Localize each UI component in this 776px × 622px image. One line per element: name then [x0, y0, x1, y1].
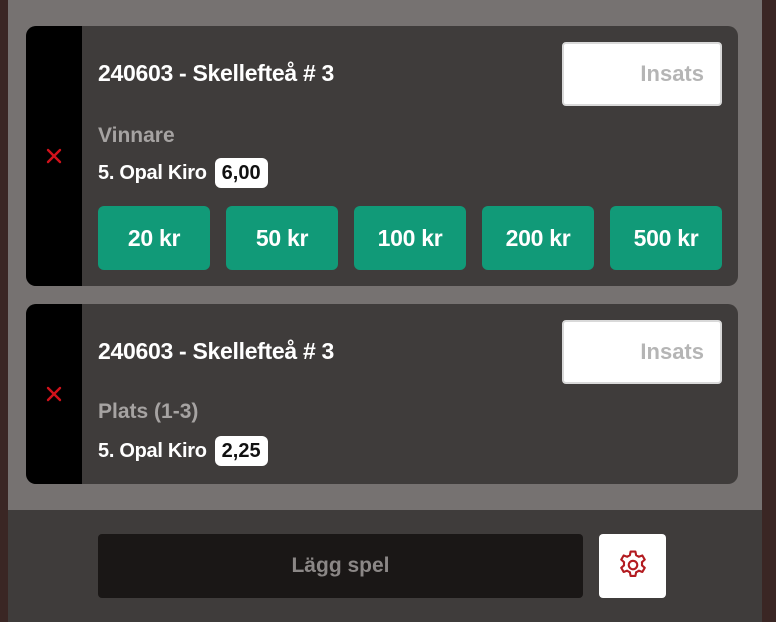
bet-card-strip: [26, 26, 82, 286]
stake-input[interactable]: [562, 42, 722, 106]
horse-name: 5. Opal Kiro: [98, 161, 207, 184]
quick-stake-500-button[interactable]: 500 kr: [610, 206, 722, 270]
backdrop-right: [762, 0, 776, 622]
odds-badge: 6,00: [214, 158, 268, 188]
selection: 5. Opal Kiro 6,00: [98, 158, 268, 188]
bet-type-label: Vinnare: [98, 124, 175, 147]
horse-name: 5. Opal Kiro: [98, 439, 207, 462]
bet-card-strip: [26, 304, 82, 484]
backdrop-left: [0, 0, 8, 622]
bet-type-label: Plats (1-3): [98, 400, 199, 423]
race-title: 240603 - Skellefteå # 3: [98, 60, 335, 86]
quick-stake-50-button[interactable]: 50 kr: [226, 206, 338, 270]
stake-input[interactable]: [562, 320, 722, 384]
race-title: 240603 - Skellefteå # 3: [98, 338, 335, 364]
odds-badge: 2,25: [214, 436, 268, 466]
bet-card: 240603 - Skellefteå # 3 Vinnare 5. Opal …: [26, 26, 738, 286]
bet-card: 240603 - Skellefteå # 3 Plats (1-3) 5. O…: [26, 304, 738, 484]
quick-stake-row: 20 kr 50 kr 100 kr 200 kr 500 kr: [98, 206, 722, 270]
quick-stake-100-button[interactable]: 100 kr: [354, 206, 466, 270]
close-icon[interactable]: [44, 384, 64, 404]
selection: 5. Opal Kiro 2,25: [98, 436, 268, 466]
quick-stake-20-button[interactable]: 20 kr: [98, 206, 210, 270]
place-bet-button[interactable]: Lägg spel: [98, 534, 583, 598]
gear-icon: [616, 548, 650, 585]
settings-button[interactable]: [599, 534, 666, 598]
close-icon[interactable]: [44, 146, 64, 166]
quick-stake-200-button[interactable]: 200 kr: [482, 206, 594, 270]
